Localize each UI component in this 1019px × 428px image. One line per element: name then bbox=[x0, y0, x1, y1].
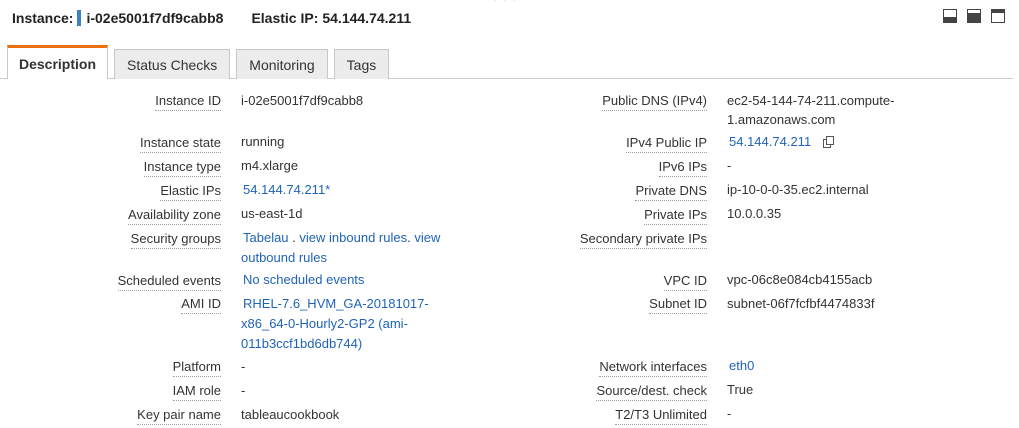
subnet-id-label: Subnet ID bbox=[520, 294, 707, 314]
outbound-rules-link-wrap[interactable]: outbound rules bbox=[241, 248, 327, 268]
detail-tabs: Description Status Checks Monitoring Tag… bbox=[7, 45, 395, 79]
minimize-panel-icon[interactable] bbox=[943, 9, 957, 23]
vpc-id-label: VPC ID bbox=[520, 271, 707, 291]
instance-label: Instance: bbox=[12, 10, 74, 26]
copy-icon[interactable] bbox=[823, 136, 835, 148]
elastic-ip-label: Elastic IP: bbox=[251, 10, 319, 26]
view-inbound-rules-link[interactable]: view inbound rules bbox=[299, 230, 407, 245]
separator-dot: . bbox=[292, 230, 296, 245]
subnet-id-value: subnet-06f7fcfbf4474833f bbox=[727, 296, 875, 311]
private-ips-label: Private IPs bbox=[520, 205, 707, 225]
ipv6-ips-label: IPv6 IPs bbox=[520, 157, 707, 177]
panel-resize-handle[interactable]: ° ° ° bbox=[494, 0, 518, 6]
source-dest-check-value: True bbox=[727, 382, 754, 397]
tab-monitoring[interactable]: Monitoring bbox=[236, 49, 328, 79]
instance-type-value: m4.xlarge bbox=[241, 158, 299, 173]
ami-id-link[interactable]: RHEL-7.6_HVM_GA-20181017- bbox=[243, 294, 429, 314]
ipv6-ips-value: - bbox=[727, 158, 732, 173]
ami-id-link-line2[interactable]: x86_64-0-Hourly2-GP2 (ami- bbox=[241, 314, 408, 334]
availability-zone-label: Availability zone bbox=[60, 205, 221, 225]
elastic-ips-link[interactable]: 54.144.74.211* bbox=[243, 180, 330, 200]
private-dns-value: ip-10-0-0-35.ec2.internal bbox=[727, 182, 869, 197]
source-dest-check-label: Source/dest. check bbox=[520, 381, 707, 401]
private-dns-label: Private DNS bbox=[520, 181, 707, 201]
t2t3-unlimited-label: T2/T3 Unlimited bbox=[520, 405, 707, 425]
scheduled-events-label: Scheduled events bbox=[60, 271, 221, 291]
private-ips-value: 10.0.0.35 bbox=[727, 206, 782, 221]
scheduled-events-link[interactable]: No scheduled events bbox=[243, 270, 364, 290]
network-interfaces-label: Network interfaces bbox=[520, 357, 707, 377]
split-panel-icon[interactable] bbox=[967, 9, 981, 23]
view-outbound-rules-link[interactable]: view bbox=[414, 230, 440, 245]
iam-role-value: - bbox=[241, 383, 246, 398]
network-interface-eth0-link[interactable]: eth0 bbox=[729, 356, 754, 376]
availability-zone-value: us-east-1d bbox=[241, 206, 303, 221]
platform-label: Platform bbox=[60, 357, 221, 377]
elastic-ip-header: 54.144.74.211 bbox=[322, 10, 412, 26]
instance-state-value: running bbox=[241, 134, 285, 149]
security-groups-label: Security groups bbox=[60, 229, 221, 249]
key-pair-name-label: Key pair name bbox=[60, 405, 221, 425]
instance-header: Instance: i-02e5001f7df9cabb8 Elastic IP… bbox=[12, 8, 411, 28]
key-pair-name-value: tableaucookbook bbox=[241, 407, 340, 422]
panel-layout-buttons bbox=[943, 9, 1005, 23]
security-group-tabelau-link[interactable]: Tabelau bbox=[243, 230, 289, 245]
public-dns-value: ec2-54-144-74-211.compute- bbox=[727, 93, 895, 108]
vpc-id-value: vpc-06c8e084cb4155acb bbox=[727, 272, 873, 287]
instance-id-value: i-02e5001f7df9cabb8 bbox=[241, 93, 364, 108]
tab-status-checks[interactable]: Status Checks bbox=[114, 49, 231, 79]
tab-description[interactable]: Description bbox=[7, 45, 109, 79]
instance-type-label: Instance type bbox=[60, 157, 221, 177]
public-dns-label: Public DNS (IPv4) bbox=[520, 91, 707, 111]
maximize-panel-icon[interactable] bbox=[991, 9, 1005, 23]
elastic-ips-label: Elastic IPs bbox=[60, 181, 221, 201]
secondary-private-ips-label: Secondary private IPs bbox=[520, 229, 707, 249]
separator-dot: . bbox=[407, 230, 411, 245]
ipv4-public-ip-text: 54.144.74.211 bbox=[729, 134, 812, 149]
ipv4-public-ip-label: IPv4 Public IP bbox=[520, 133, 707, 153]
instance-id-header: i-02e5001f7df9cabb8 bbox=[86, 10, 224, 26]
instance-state-label: Instance state bbox=[60, 133, 221, 153]
tab-tags[interactable]: Tags bbox=[333, 49, 390, 79]
security-groups-value: Tabelau . view inbound rules. view bbox=[243, 228, 473, 248]
ami-id-link-line3[interactable]: 011b3ccf1bd6db744) bbox=[241, 334, 362, 354]
iam-role-label: IAM role bbox=[60, 381, 221, 401]
t2t3-unlimited-value: - bbox=[727, 406, 732, 421]
instance-id-label: Instance ID bbox=[60, 91, 221, 111]
ami-id-label: AMI ID bbox=[60, 294, 221, 314]
public-dns-value-line2: 1.amazonaws.com bbox=[727, 112, 836, 127]
ipv4-public-ip-value: 54.144.74.211 bbox=[729, 132, 835, 152]
instance-color-bar bbox=[77, 10, 82, 26]
platform-value: - bbox=[241, 359, 246, 374]
